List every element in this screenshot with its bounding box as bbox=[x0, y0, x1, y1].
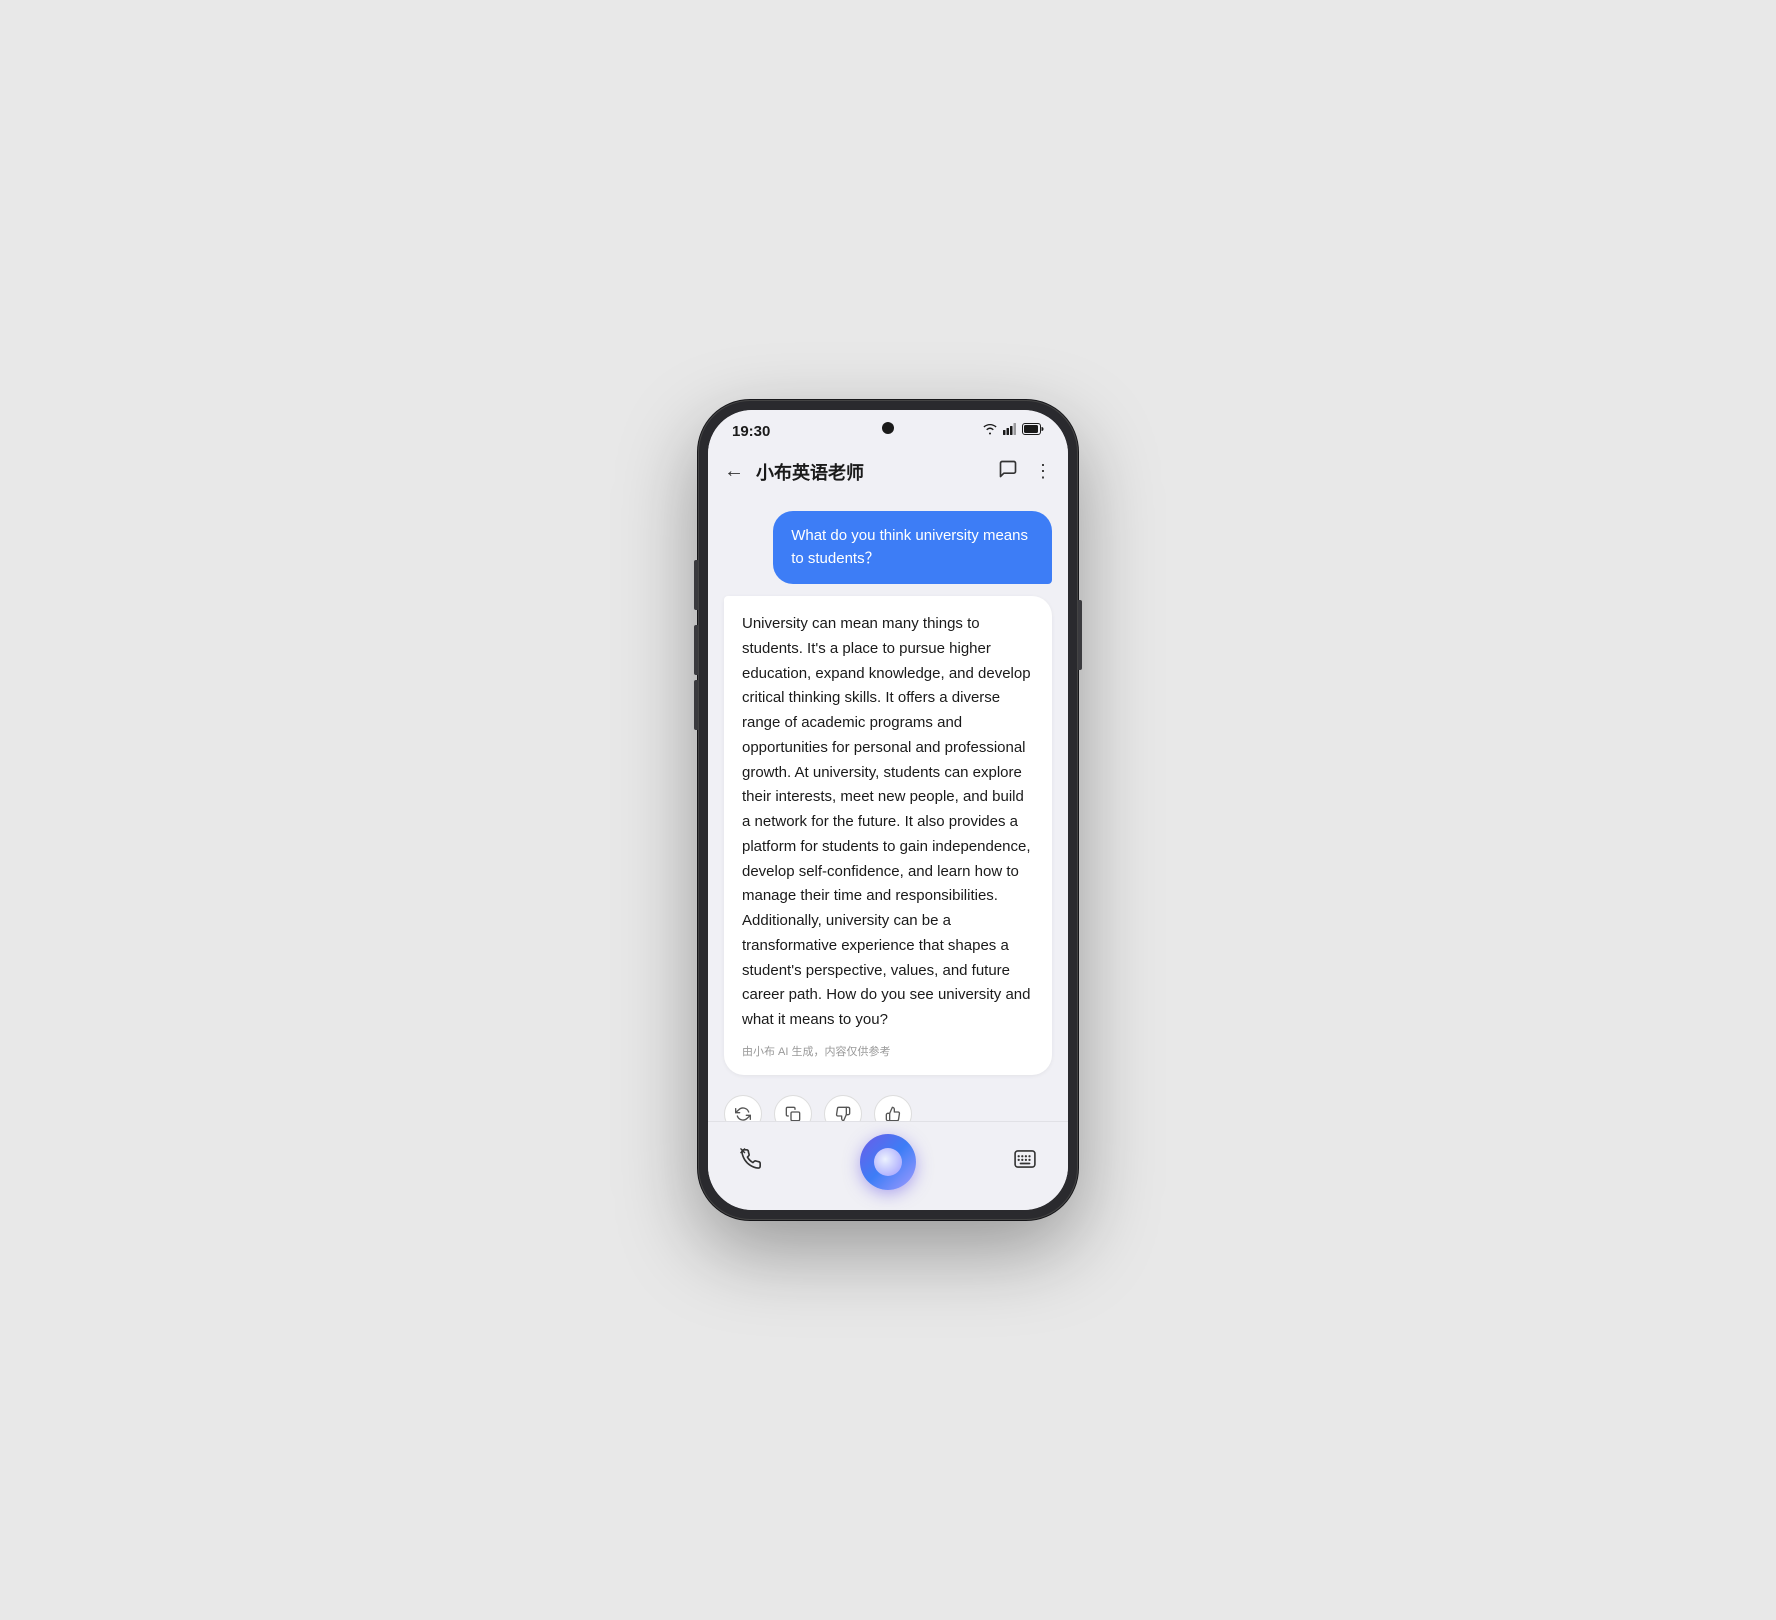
bottom-bar bbox=[708, 1121, 1068, 1210]
header-icons: ⋮ bbox=[998, 459, 1052, 484]
wifi-icon bbox=[982, 422, 998, 440]
dislike-button[interactable] bbox=[824, 1095, 862, 1121]
phone-screen: 19:30 bbox=[708, 410, 1068, 1210]
user-message: What do you think university means to st… bbox=[773, 511, 1052, 584]
action-bar bbox=[724, 1087, 1052, 1121]
status-bar: 19:30 bbox=[708, 410, 1068, 448]
more-icon[interactable]: ⋮ bbox=[1034, 461, 1052, 482]
back-button[interactable]: ← bbox=[724, 456, 752, 487]
chat-area: What do you think university means to st… bbox=[708, 499, 1068, 1121]
voice-button[interactable] bbox=[860, 1134, 916, 1190]
status-time: 19:30 bbox=[732, 423, 770, 440]
like-button[interactable] bbox=[874, 1095, 912, 1121]
status-icons bbox=[982, 422, 1044, 440]
chat-icon[interactable] bbox=[998, 459, 1018, 484]
app-header: ← 小布英语老师 ⋮ bbox=[708, 448, 1068, 499]
ai-message-text: University can mean many things to stude… bbox=[742, 612, 1034, 1033]
refresh-button[interactable] bbox=[724, 1095, 762, 1121]
voice-button-inner bbox=[874, 1148, 902, 1176]
chat-title: 小布英语老师 bbox=[752, 459, 998, 485]
copy-button[interactable] bbox=[774, 1095, 812, 1121]
phone-frame: 19:30 bbox=[698, 400, 1078, 1220]
ai-message-bubble: University can mean many things to stude… bbox=[724, 596, 1052, 1075]
keyboard-icon[interactable] bbox=[1014, 1150, 1036, 1174]
camera-notch bbox=[882, 422, 894, 434]
battery-icon bbox=[1022, 422, 1044, 440]
ai-attribution: 由小布 AI 生成，内容仅供参考 bbox=[742, 1043, 1034, 1059]
signal-icon bbox=[1003, 422, 1017, 440]
phone-icon[interactable] bbox=[740, 1148, 762, 1176]
